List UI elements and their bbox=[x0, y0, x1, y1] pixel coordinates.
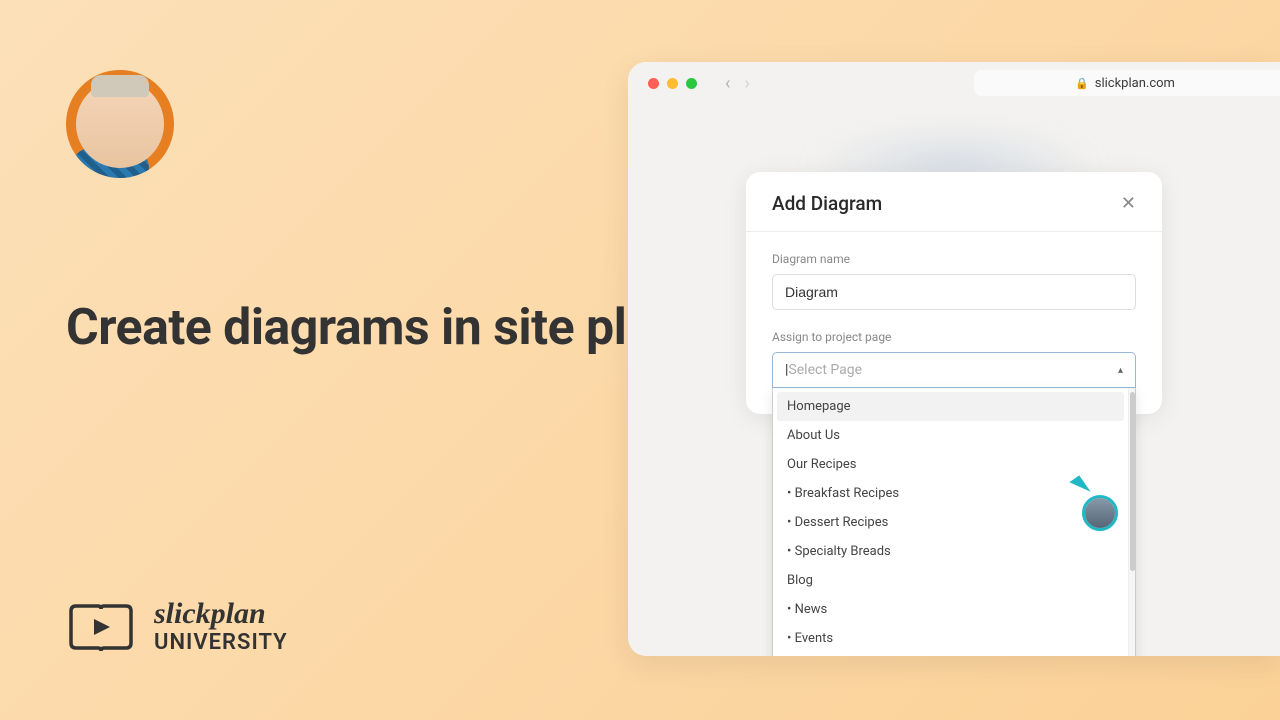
nav-arrows: ‹ › bbox=[725, 73, 750, 94]
modal-title: Add Diagram bbox=[772, 192, 882, 215]
maximize-window-icon[interactable] bbox=[686, 78, 697, 89]
dropdown-option[interactable]: Homepage bbox=[777, 392, 1124, 421]
dropdown-option[interactable]: • Events bbox=[777, 624, 1124, 653]
select-placeholder: |Select Page bbox=[785, 362, 862, 378]
traffic-lights bbox=[648, 78, 697, 89]
brand-lockup: slickplan UNIVERSITY bbox=[66, 599, 288, 658]
page-select-wrap: |Select Page ▴ HomepageAbout UsOur Recip… bbox=[772, 352, 1136, 388]
modal-body: Diagram name Assign to project page |Sel… bbox=[746, 232, 1162, 414]
dropdown-option[interactable]: Our Recipes bbox=[777, 450, 1124, 479]
dropdown-option[interactable]: Online Shop bbox=[777, 653, 1124, 656]
instructor-avatar bbox=[66, 70, 174, 178]
dropdown-option[interactable]: • Dessert Recipes bbox=[777, 508, 1124, 537]
avatar-face bbox=[76, 80, 164, 168]
book-play-icon bbox=[66, 601, 136, 656]
dropdown-option[interactable]: • Specialty Breads bbox=[777, 537, 1124, 566]
minimize-window-icon[interactable] bbox=[667, 78, 678, 89]
dropdown-option[interactable]: About Us bbox=[777, 421, 1124, 450]
dropdown-scrollbar[interactable] bbox=[1128, 388, 1135, 656]
lock-icon: 🔒 bbox=[1075, 77, 1089, 90]
brand-sub: UNIVERSITY bbox=[154, 629, 288, 658]
url-text: slickplan.com bbox=[1095, 76, 1175, 91]
page-content: Add Diagram ✕ Diagram name Assign to pro… bbox=[628, 104, 1280, 656]
back-button[interactable]: ‹ bbox=[725, 73, 730, 94]
browser-window: ‹ › 🔒 slickplan.com Add Diagram ✕ Diagra… bbox=[628, 62, 1280, 656]
slide-canvas: Create diagrams in site planning project… bbox=[0, 0, 1280, 720]
page-select[interactable]: |Select Page ▴ bbox=[772, 352, 1136, 388]
dropdown-option[interactable]: • News bbox=[777, 595, 1124, 624]
assign-page-label: Assign to project page bbox=[772, 330, 1136, 344]
browser-chrome: ‹ › 🔒 slickplan.com bbox=[628, 62, 1280, 104]
avatar-hat bbox=[91, 75, 149, 97]
brand-text: slickplan UNIVERSITY bbox=[154, 599, 288, 658]
add-diagram-modal: Add Diagram ✕ Diagram name Assign to pro… bbox=[746, 172, 1162, 414]
close-window-icon[interactable] bbox=[648, 78, 659, 89]
collaborator-avatar bbox=[1082, 495, 1118, 531]
modal-header: Add Diagram ✕ bbox=[746, 172, 1162, 231]
address-bar[interactable]: 🔒 slickplan.com bbox=[974, 70, 1280, 96]
scrollbar-thumb[interactable] bbox=[1130, 392, 1135, 571]
forward-button[interactable]: › bbox=[744, 73, 749, 94]
close-icon[interactable]: ✕ bbox=[1121, 193, 1136, 214]
caret-up-icon: ▴ bbox=[1118, 365, 1123, 376]
diagram-name-input[interactable] bbox=[772, 274, 1136, 310]
brand-name: slickplan bbox=[154, 599, 288, 629]
avatar-image bbox=[1085, 498, 1115, 528]
collaborator-cursor bbox=[1074, 477, 1118, 531]
diagram-name-label: Diagram name bbox=[772, 252, 1136, 266]
dropdown-option[interactable]: Blog bbox=[777, 566, 1124, 595]
